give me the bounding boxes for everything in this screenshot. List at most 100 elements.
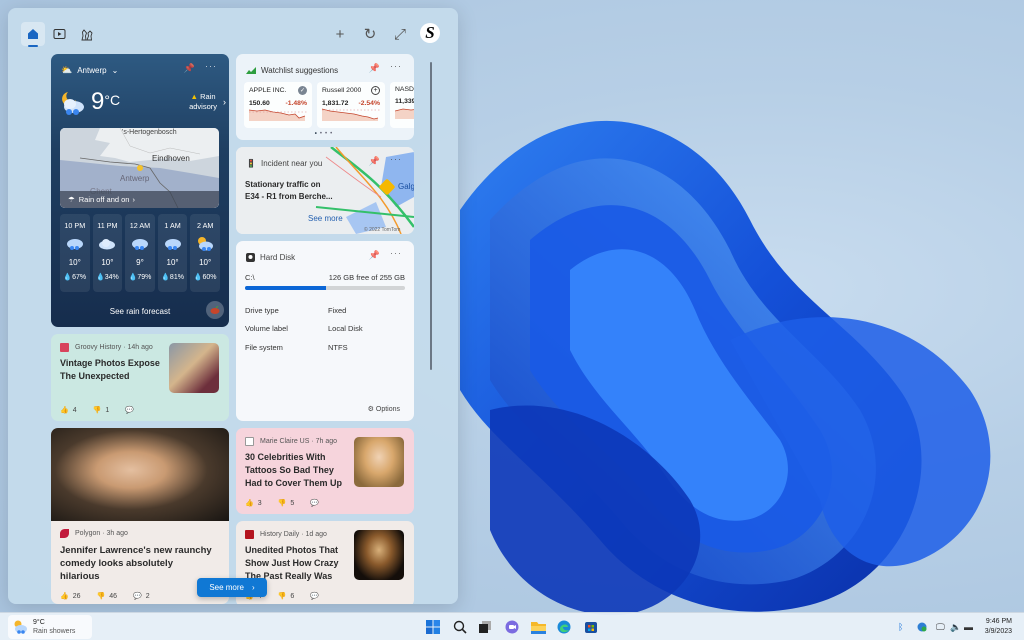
dislike-icon[interactable]: 👎 bbox=[97, 592, 106, 600]
pin-icon[interactable]: 📌 bbox=[369, 250, 380, 261]
network-icon[interactable]: 🖵 bbox=[936, 622, 945, 633]
stock-price: 150.60 bbox=[249, 100, 270, 107]
bluetooth-icon[interactable]: ᛒ bbox=[898, 622, 903, 632]
dislike-icon[interactable]: 👎 bbox=[278, 499, 287, 507]
more-options-icon[interactable]: ··· bbox=[205, 61, 217, 71]
search-button[interactable] bbox=[451, 618, 469, 636]
incident-see-more-link[interactable]: See more bbox=[308, 214, 343, 223]
traffic-light-icon: 🚦 bbox=[246, 158, 256, 168]
news-card[interactable]: Marie Claire US · 7h ago 30 Celebrities … bbox=[236, 428, 414, 514]
see-rain-forecast-link[interactable]: See rain forecast bbox=[51, 307, 229, 316]
disk-options-button[interactable]: ⚙ Options bbox=[368, 405, 400, 413]
hour-time: 10 PM bbox=[64, 221, 86, 230]
expand-button[interactable]: ⤢ bbox=[390, 24, 410, 44]
moon-rain-cloud-icon bbox=[62, 92, 84, 115]
watchlist-title: Watchlist suggestions bbox=[261, 65, 339, 75]
watchlist-widget[interactable]: Watchlist suggestions 📌 ··· APPLE INC. ✓ … bbox=[236, 54, 414, 140]
hour-tile[interactable]: 12 AM 9° 💧79% bbox=[125, 214, 155, 292]
volume-icon[interactable]: 🔈 bbox=[950, 622, 961, 633]
news-card[interactable]: Groovy History · 14h ago Vintage Photos … bbox=[51, 334, 229, 421]
hard-disk-widget[interactable]: Hard Disk 📌 ··· C:\ 126 GB free of 255 G… bbox=[236, 241, 414, 421]
home-icon bbox=[28, 29, 38, 39]
comment-icon[interactable]: 💬 bbox=[310, 499, 319, 507]
news-source: Groovy History · 14h ago bbox=[60, 343, 153, 352]
dislike-icon[interactable]: 👎 bbox=[278, 592, 287, 600]
task-view-button[interactable] bbox=[476, 618, 494, 636]
more-options-icon[interactable]: ··· bbox=[390, 61, 402, 71]
rain-advisory[interactable]: ▲ Rain advisory › bbox=[189, 92, 226, 112]
weather-widget[interactable]: ⛅ Antwerp ⌄ 📌 ··· 9 °C ▲ Rain advisory › bbox=[51, 54, 229, 327]
check-icon[interactable]: ✓ bbox=[298, 86, 307, 95]
incident-title: Incident near you bbox=[260, 158, 323, 168]
news-headline[interactable]: Vintage Photos Expose The Unexpected bbox=[60, 357, 160, 383]
comment-icon[interactable]: 💬 bbox=[310, 592, 319, 600]
add-widget-button[interactable]: + bbox=[330, 24, 350, 44]
hour-tile[interactable]: 1 AM 10° 💧81% bbox=[157, 214, 188, 292]
hour-tile[interactable]: 10 PM 10° 💧67% bbox=[60, 214, 90, 292]
teams-chat-button[interactable] bbox=[503, 618, 521, 636]
security-shield-icon[interactable] bbox=[917, 622, 927, 634]
file-explorer-button[interactable] bbox=[529, 618, 547, 636]
copilot-pepper-icon[interactable] bbox=[206, 301, 224, 319]
like-icon[interactable]: 👍 bbox=[60, 406, 69, 414]
temperature-unit: °C bbox=[104, 92, 121, 108]
tab-video[interactable] bbox=[47, 22, 71, 46]
weather-location[interactable]: Antwerp bbox=[77, 66, 106, 75]
hour-temp: 10° bbox=[68, 258, 81, 267]
precipitation-map[interactable]: 's-Hertogenbosch Eindhoven Antwerp Ghent… bbox=[60, 128, 219, 208]
battery-icon[interactable]: ▬ bbox=[964, 622, 973, 632]
edge-browser-button[interactable] bbox=[555, 618, 573, 636]
avatar[interactable]: S bbox=[420, 23, 440, 43]
widgets-header: + ↻ ⤢ S bbox=[8, 8, 458, 54]
hour-tile[interactable]: 11 PM 10° 💧34% bbox=[92, 214, 123, 292]
map-caption[interactable]: ☂ Rain off and on › bbox=[60, 191, 219, 208]
add-icon[interactable]: + bbox=[371, 86, 380, 95]
comment-icon[interactable]: 💬 bbox=[125, 406, 134, 414]
stock-sparkline bbox=[321, 108, 380, 121]
like-icon[interactable]: 👍 bbox=[60, 592, 69, 600]
tab-home[interactable] bbox=[21, 22, 45, 47]
comment-icon[interactable]: 💬 bbox=[133, 592, 142, 600]
news-reactions: 👍 3 👎 5 💬 bbox=[245, 499, 319, 508]
traffic-incident-widget[interactable]: Galg © 2022 TomTom 🚦 Incident near you 📌… bbox=[236, 147, 414, 234]
tab-games[interactable] bbox=[74, 22, 98, 46]
advisory-line2: advisory bbox=[189, 102, 217, 111]
file-system-label: File system bbox=[245, 343, 283, 352]
dislike-icon[interactable]: 👎 bbox=[93, 406, 102, 414]
panel-scrollbar[interactable] bbox=[430, 62, 432, 370]
hour-time: 12 AM bbox=[129, 221, 151, 230]
stock-card[interactable]: Russell 2000 + 1,831.72 -2.54% bbox=[317, 82, 385, 128]
refresh-button[interactable]: ↻ bbox=[360, 24, 380, 44]
start-button[interactable] bbox=[424, 618, 442, 636]
disk-usage-fill bbox=[245, 286, 326, 290]
stock-card[interactable]: NASD 11,339 bbox=[390, 82, 414, 128]
desktop-wallpaper bbox=[460, 120, 991, 616]
more-options-icon[interactable]: ··· bbox=[390, 154, 402, 164]
stock-change: -1.48% bbox=[285, 100, 307, 107]
news-headline[interactable]: Jennifer Lawrence's new raunchy comedy lo… bbox=[60, 544, 212, 583]
stocks-icon bbox=[246, 66, 256, 74]
search-icon bbox=[453, 620, 467, 634]
rain-cloud-icon bbox=[125, 233, 155, 255]
groovy-history-logo bbox=[60, 343, 69, 352]
microsoft-store-button[interactable] bbox=[582, 618, 600, 636]
taskbar-weather-widget[interactable]: 9°C Rain showers bbox=[8, 615, 92, 639]
stock-card[interactable]: APPLE INC. ✓ 150.60 -1.48% bbox=[244, 82, 312, 128]
hour-precip: 💧34% bbox=[96, 274, 119, 281]
pin-icon[interactable]: 📌 bbox=[369, 156, 380, 167]
gear-icon: ⚙ bbox=[367, 406, 374, 413]
hour-precip: 💧60% bbox=[193, 274, 217, 281]
carousel-dots[interactable]: •••• bbox=[236, 131, 414, 137]
news-headline[interactable]: 30 Celebrities With Tattoos So Bad They Ha… bbox=[245, 451, 342, 490]
stock-sparkline bbox=[394, 108, 414, 119]
system-clock[interactable]: 9:46 PM 3/9/2023 bbox=[985, 617, 1012, 637]
pin-icon[interactable]: 📌 bbox=[369, 63, 380, 74]
more-options-icon[interactable]: ··· bbox=[390, 248, 402, 258]
pin-icon[interactable]: 📌 bbox=[184, 63, 195, 74]
incident-headline[interactable]: Stationary traffic on E34 - R1 from Berc… bbox=[245, 179, 333, 203]
like-icon[interactable]: 👍 bbox=[245, 499, 254, 507]
see-more-button[interactable]: See more › bbox=[197, 578, 267, 597]
hour-tile[interactable]: 2 AM 10° 💧60% bbox=[190, 214, 220, 292]
chevron-down-icon[interactable]: ⌄ bbox=[112, 66, 119, 75]
news-reactions: 👍 4 👎 1 💬 bbox=[60, 406, 134, 415]
